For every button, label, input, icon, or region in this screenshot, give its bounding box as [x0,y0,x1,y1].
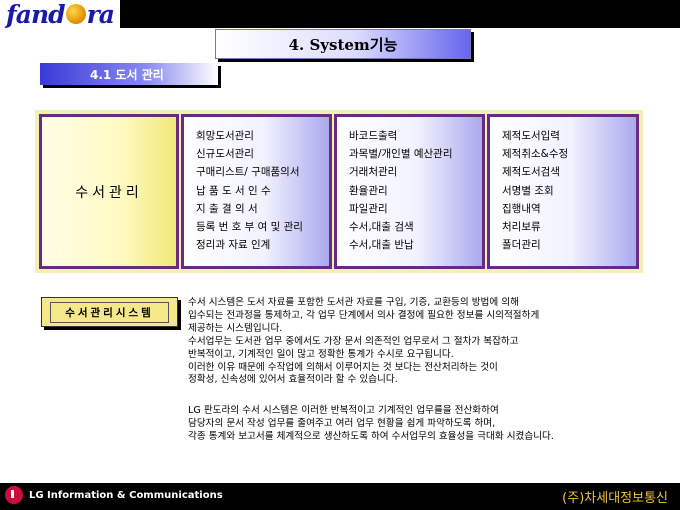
list-item: 처리보류 [502,221,541,234]
pandora-logo: fand ra [0,0,120,29]
list-item: 바코드출력 [349,130,398,142]
list-item: 제적취소&수정 [502,148,569,161]
list-item: 구매리스트/ 구매품의서 [196,166,300,179]
logo-text-left: fand [6,0,66,29]
list-item: 서명별 조회 [502,184,554,197]
section-subtitle: 4.1 도서 관리 [40,63,218,85]
function-column-2: 바코드출력 과목별/개인별 예산관리 거래처관리 환율관리 파일관리 수서,대출… [334,114,485,269]
list-item: 집행내역 [502,202,541,215]
lg-footer-logo: LG Information & Communications [5,486,223,504]
logo-text-right: ra [86,0,115,29]
list-item: 제적도서입력 [502,130,560,142]
function-frame: 수서관리 희망도서관리 신규도서관리 구매리스트/ 구매품의서 납 품 도 서 … [35,110,643,273]
list-item: 수서,대출 검색 [349,221,414,234]
main-function-box: 수서관리 [39,114,179,269]
list-item: 과목별/개인별 예산관리 [349,148,453,161]
list-item: 정리과 자료 인계 [196,239,271,252]
list-item: 납 품 도 서 인 수 [196,184,271,197]
main-function-label: 수서관리 [75,184,143,201]
text-line: 제공하는 시스템입니다. [188,322,283,334]
logo-orb-icon [65,4,86,24]
text-line: LG 판도라의 수서 시스템은 이러한 반복적이고 기계적인 업무를을 전산화하… [188,405,499,416]
page-title: 4. System기능 [215,29,471,59]
description-paragraph-1: 수서 시스템은 도서 자료를 포함한 도서관 자료를 구입, 기증, 교환등의 … [188,297,668,387]
list-item: 폴더관리 [502,239,541,252]
text-line: 각종 통계와 보고서를 체계적으로 생산하도록 하여 수서업무의 효율성을 극대… [188,430,554,442]
list-item: 신규도서관리 [196,148,254,161]
system-tag-label: 수서관리시스템 [50,301,169,323]
footer-company-left: LG Information & Communications [29,489,223,501]
function-column-3: 제적도서입력 제적취소&수정 제적도서검색 서명별 조회 집행내역 처리보류 폴… [487,114,639,269]
text-line: 담당자의 문서 작성 업무를 줄여주고 여러 업무 현황을 쉽게 파악하도록 하… [188,417,496,429]
list-item: 제적도서검색 [502,166,560,179]
list-item: 희망도서관리 [196,130,254,142]
text-line: 이러한 이유 때문에 수작업에 의해서 이루어지는 것 보다는 전산처리하는 것… [188,361,498,373]
text-line: 수서업무는 도서관 업무 중에서도 가장 문서 의존적인 업무로서 그 절차가 … [188,335,519,347]
text-line: 반복적이고, 기계적인 일이 많고 정확한 통계가 수시로 요구됩니다. [188,348,454,360]
list-item: 환율관리 [349,184,388,197]
text-line: 정확성, 신속성에 있어서 효율적이라 할 수 있습니다. [188,374,398,386]
function-column-1: 희망도서관리 신규도서관리 구매리스트/ 구매품의서 납 품 도 서 인 수 지… [181,114,332,269]
list-item: 지 출 결 의 서 [196,202,258,215]
system-tag: 수서관리시스템 [41,297,178,327]
lg-logo-icon [5,486,23,504]
list-item: 거래처관리 [349,166,398,179]
list-item: 파일관리 [349,202,388,215]
description-paragraph-2: LG 판도라의 수서 시스템은 이러한 반복적이고 기계적인 업무를을 전산화하… [188,405,668,444]
text-line: 수서 시스템은 도서 자료를 포함한 도서관 자료를 구입, 기증, 교환등의 … [188,297,519,308]
list-item: 수서,대출 반납 [349,239,414,252]
text-line: 입수되는 전과정을 통제하고, 각 업무 단계에서 의사 결정에 필요한 정보를… [188,309,540,321]
list-item: 등록 번 호 부 여 및 관리 [196,221,303,234]
footer-company-right: (주)차세대정보통신 [562,491,668,506]
